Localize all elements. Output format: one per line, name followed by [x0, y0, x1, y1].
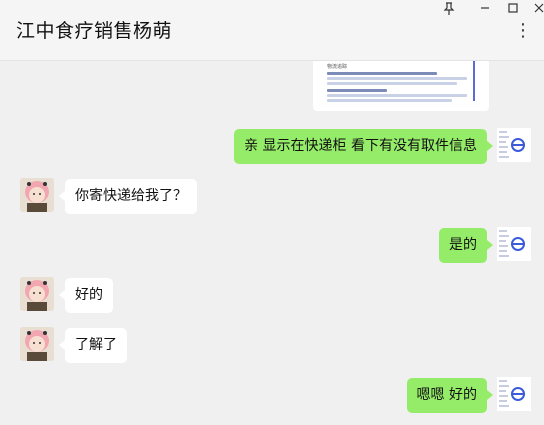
chat-title: 江中食疗销售杨萌 [16, 20, 173, 42]
self-avatar[interactable] [497, 227, 531, 261]
contact-avatar[interactable] [20, 327, 54, 361]
pin-icon[interactable] [438, 2, 460, 20]
contact-avatar[interactable] [20, 277, 54, 311]
message-bubble-sent[interactable]: 是的 [439, 228, 493, 263]
message-bubble-sent[interactable]: 嗯嗯 好的 [406, 378, 494, 413]
contact-avatar[interactable] [20, 178, 54, 212]
title-bar: 江中食疗销售杨萌 ⋮ [0, 0, 544, 61]
close-icon[interactable] [528, 2, 544, 20]
minimize-icon[interactable] [474, 2, 496, 20]
maximize-icon[interactable] [502, 2, 524, 20]
message-bubble-received[interactable]: 了解了 [59, 328, 127, 363]
message-bubble-sent[interactable]: 亲 显示在快递柜 看下有没有取件信息 [234, 129, 493, 164]
image-title: 物流追踪 [327, 64, 348, 70]
message-bubble-received[interactable]: 你寄快递给我了？ [59, 179, 197, 214]
self-avatar[interactable] [497, 128, 531, 162]
chat-area[interactable]: 物流追踪 亲 显示在快递柜 看下有没有取件信息 你寄快递给我了？ 是的 好的 了… [0, 61, 544, 425]
more-icon[interactable]: ⋮ [514, 22, 532, 40]
self-avatar[interactable] [497, 377, 531, 411]
message-bubble-received[interactable]: 好的 [59, 278, 113, 313]
shared-screenshot-image[interactable]: 物流追踪 [313, 61, 489, 111]
